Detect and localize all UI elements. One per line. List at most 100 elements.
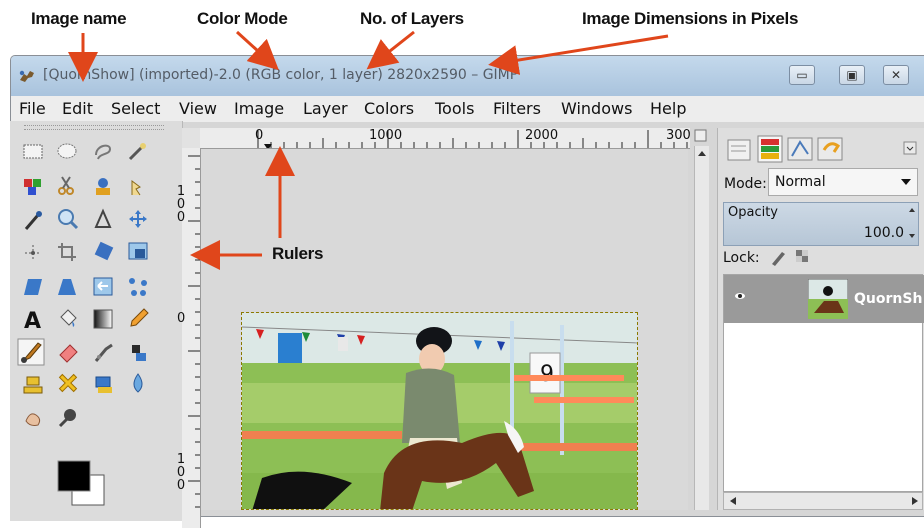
chevron-down-icon	[901, 179, 911, 185]
annotation-image-name: Image name	[31, 9, 127, 28]
navigate-icon[interactable]	[694, 128, 708, 144]
lock-icons	[772, 250, 808, 266]
opacity-stepper-icon[interactable]	[907, 204, 917, 244]
text-tool-icon[interactable]: A	[24, 309, 41, 334]
eraser-icon[interactable]	[59, 344, 78, 363]
mode-label: Mode:	[724, 176, 767, 192]
annotation-rulers: Rulers	[272, 244, 324, 263]
layer-thumbnail	[808, 279, 848, 319]
blur-icon[interactable]	[133, 373, 143, 393]
scale-icon[interactable]	[128, 242, 148, 260]
rotate-icon[interactable]	[94, 241, 114, 261]
zoom-icon[interactable]	[58, 209, 79, 230]
scroll-up-icon[interactable]	[695, 146, 709, 160]
dock-menu-icon[interactable]	[903, 141, 917, 155]
close-button[interactable]: ✕	[883, 65, 909, 85]
window-title: [QuornShow] (imported)-2.0 (RGB color, 1…	[43, 67, 519, 83]
rect-select-icon[interactable]	[23, 144, 43, 159]
lock-alpha-icon[interactable]	[796, 250, 808, 262]
perspective-clone-icon[interactable]	[95, 376, 112, 393]
mode-value: Normal	[775, 174, 826, 190]
mode-dropdown[interactable]: Normal	[768, 168, 918, 196]
tool-options-tab-icon[interactable]	[727, 139, 751, 161]
heal-icon[interactable]	[54, 369, 82, 397]
menu-edit[interactable]: Edit	[62, 99, 93, 118]
smudge-icon[interactable]	[25, 413, 41, 426]
layers-horizontal-scrollbar[interactable]	[723, 492, 923, 510]
menu-select[interactable]: Select	[111, 99, 160, 118]
opacity-spinbox[interactable]: Opacity 100.0	[723, 202, 919, 246]
vruler-label-zero: 0	[177, 311, 186, 326]
menu-colors[interactable]: Colors	[364, 99, 414, 118]
layer-row[interactable]: QuornSh	[724, 275, 924, 323]
layer-visibility-icon[interactable]	[734, 289, 746, 301]
clone-icon[interactable]	[23, 376, 43, 394]
ink-icon[interactable]	[132, 345, 146, 361]
airbrush-icon[interactable]	[94, 343, 113, 362]
layers-tab-icon[interactable]	[757, 135, 783, 163]
annotation-color-mode: Color Mode	[197, 9, 288, 28]
annotation-dimensions: Image Dimensions in Pixels	[582, 9, 799, 28]
fg-bg-color-icon[interactable]	[57, 460, 105, 506]
move-icon[interactable]	[129, 210, 147, 228]
tool-icons: A	[17, 143, 149, 506]
annotation-layers: No. of Layers	[360, 9, 464, 28]
image-photo[interactable]: 9	[241, 312, 638, 510]
layer-name[interactable]: QuornSh	[854, 291, 922, 307]
menu-filters[interactable]: Filters	[493, 99, 541, 118]
menu-layer[interactable]: Layer	[303, 99, 348, 118]
svg-text:A: A	[24, 309, 41, 334]
vruler-label-bottom: 100	[176, 452, 186, 493]
paths-icon[interactable]	[131, 180, 141, 196]
menu-file[interactable]: File	[19, 99, 46, 118]
align-icon[interactable]	[25, 245, 41, 261]
foreground-select-icon[interactable]	[96, 178, 110, 195]
title-bar[interactable]: [QuornShow] (imported)-2.0 (RGB color, 1…	[11, 56, 924, 96]
pencil-icon[interactable]	[130, 308, 149, 327]
ruler-label-0: 0	[255, 128, 264, 143]
menu-bar: File Edit Select View Image Layer Colors…	[11, 96, 924, 122]
dodge-burn-icon[interactable]	[58, 409, 76, 428]
minimize-button[interactable]: ▭	[789, 65, 815, 85]
maximize-button[interactable]: ▣	[839, 65, 865, 85]
blend-icon[interactable]	[93, 309, 113, 329]
crop-icon[interactable]	[58, 243, 76, 261]
lock-pixels-icon[interactable]	[772, 252, 785, 266]
perspective-icon[interactable]	[58, 279, 76, 295]
scissors-icon[interactable]	[58, 176, 74, 195]
flip-icon[interactable]	[93, 277, 113, 296]
horizontal-ruler-ticks	[257, 130, 688, 148]
fuzzy-select-icon[interactable]	[128, 143, 146, 161]
opacity-value: 100.0	[863, 225, 904, 241]
lock-label: Lock:	[723, 250, 760, 266]
shear-icon[interactable]	[24, 279, 42, 295]
bib-number: 9	[540, 362, 554, 387]
canvas-vertical-scrollbar[interactable]	[694, 146, 709, 510]
ruler-label-1000: 1000	[369, 128, 403, 143]
gimp-app-icon	[19, 70, 34, 82]
cage-transform-icon[interactable]	[129, 278, 147, 296]
vruler-label-top: 100	[176, 184, 186, 225]
measure-icon[interactable]	[94, 208, 112, 228]
ruler-corner[interactable]	[182, 128, 200, 148]
scroll-right-icon[interactable]	[912, 497, 918, 505]
bucket-fill-icon[interactable]	[60, 309, 77, 327]
undo-tab-icon[interactable]	[817, 137, 843, 161]
select-by-color-icon[interactable]	[24, 179, 41, 195]
scroll-left-icon[interactable]	[730, 497, 736, 505]
dock-tabs	[727, 135, 917, 163]
menu-view[interactable]: View	[179, 99, 217, 118]
layers-list: QuornSh	[723, 274, 924, 492]
channels-tab-icon[interactable]	[787, 137, 813, 161]
photo-content: 9	[242, 313, 637, 509]
menu-help[interactable]: Help	[650, 99, 686, 118]
menu-image[interactable]: Image	[234, 99, 284, 118]
paintbrush-icon[interactable]	[17, 338, 45, 366]
color-picker-icon[interactable]	[24, 211, 42, 230]
menu-windows[interactable]: Windows	[561, 99, 632, 118]
ruler-label-3000: 300	[666, 128, 691, 143]
menu-tools[interactable]: Tools	[435, 99, 474, 118]
free-select-icon[interactable]	[95, 144, 112, 160]
ruler-label-2000: 2000	[525, 128, 559, 143]
ellipse-select-icon[interactable]	[57, 143, 77, 159]
